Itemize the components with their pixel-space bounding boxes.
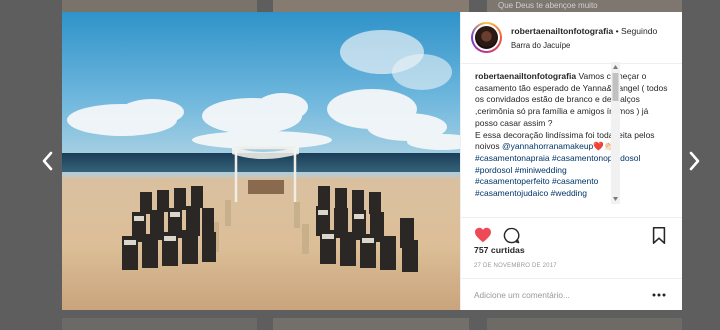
background-thumbnail	[273, 0, 469, 12]
likes-count[interactable]: 757 curtidas	[474, 245, 525, 255]
background-thumbnail	[62, 0, 257, 12]
previous-post-button[interactable]	[40, 150, 54, 172]
background-thumbnail	[62, 318, 257, 330]
next-post-button[interactable]	[688, 150, 702, 172]
beach-wedding-photo	[62, 12, 460, 310]
chevron-left-icon	[42, 151, 53, 171]
heart-icon[interactable]	[474, 227, 492, 243]
background-caption: Que Deus te abençoe muito	[498, 1, 598, 10]
post-date[interactable]: 27 DE NOVEMBRO DE 2017	[474, 263, 557, 269]
comment-icon[interactable]	[503, 227, 520, 244]
action-bar	[460, 217, 682, 244]
bookmark-icon[interactable]	[652, 227, 666, 244]
background-thumbnail	[487, 318, 682, 330]
post-photo[interactable]	[62, 12, 460, 310]
post-actions-region: 757 curtidas 27 DE NOVEMBRO DE 2017	[460, 12, 682, 310]
background-thumbnail	[273, 318, 469, 330]
ellipsis-icon[interactable]	[652, 292, 666, 298]
comment-bar	[460, 278, 682, 310]
comment-input[interactable]	[474, 288, 644, 302]
chevron-right-icon	[689, 151, 700, 171]
